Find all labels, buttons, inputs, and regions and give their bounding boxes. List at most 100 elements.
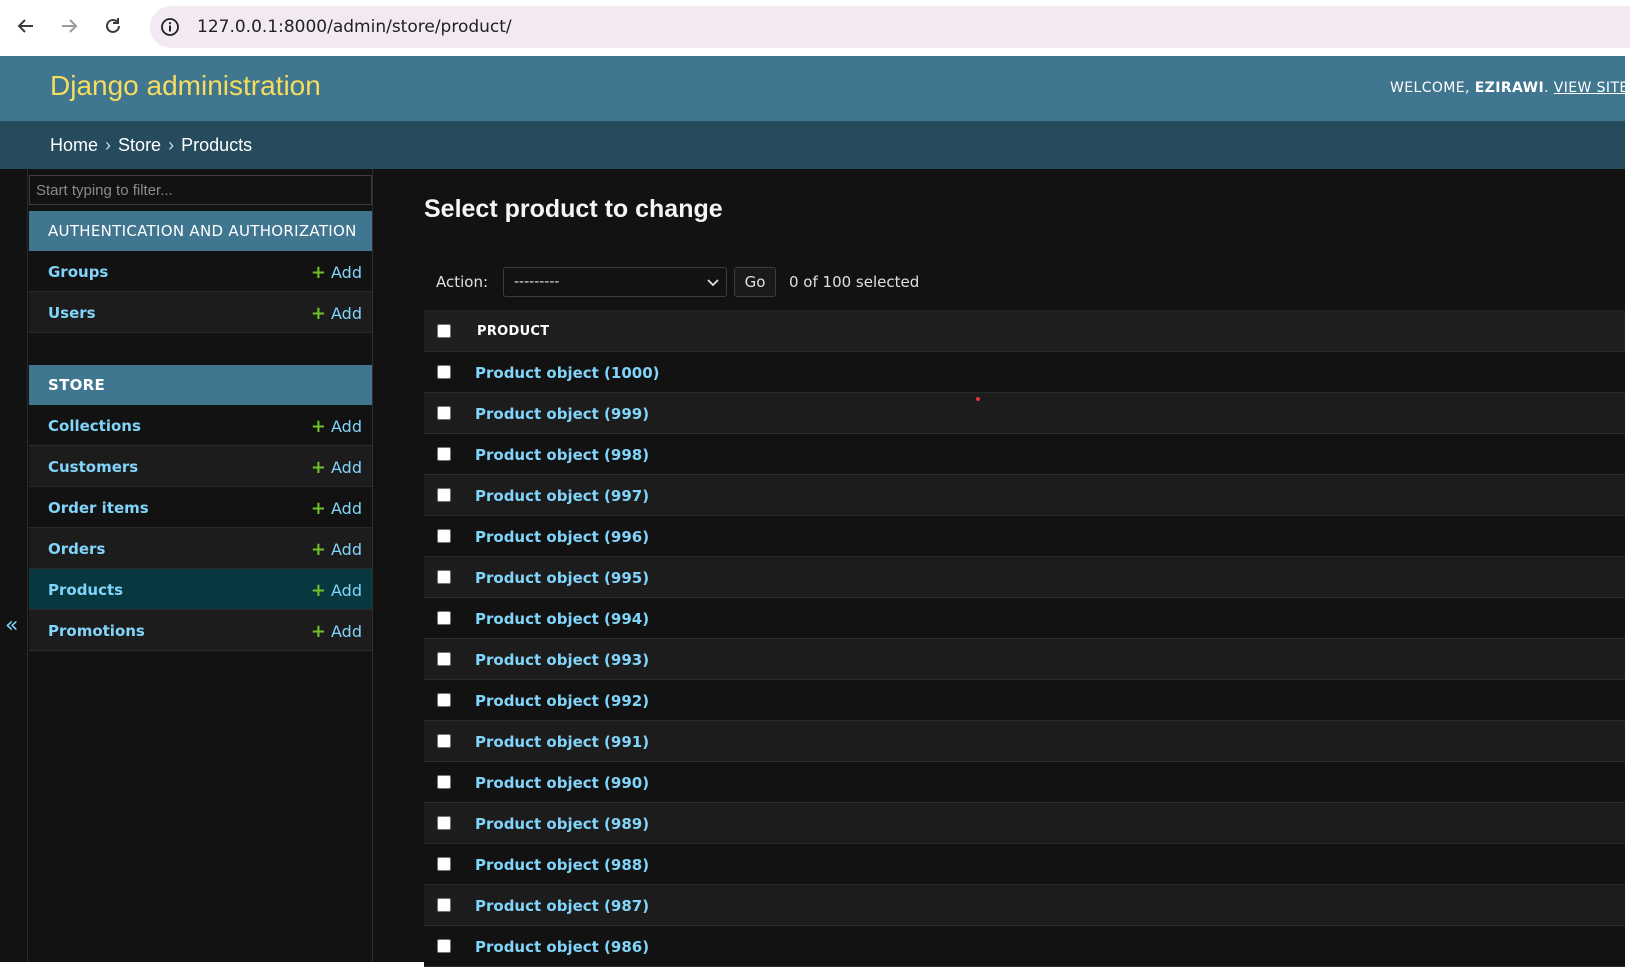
chevron-down-icon [707, 279, 719, 287]
sidebar-filter-input[interactable] [29, 175, 372, 205]
product-link[interactable]: Product object (990) [475, 774, 649, 792]
module-caption-store[interactable]: STORE [29, 365, 372, 405]
sidebar-item-promotions[interactable]: Promotions + Add [29, 610, 372, 651]
table-row: Product object (989) [424, 803, 1625, 844]
plus-icon: + [310, 621, 327, 642]
site-info-icon[interactable] [160, 17, 180, 37]
product-link[interactable]: Product object (991) [475, 733, 649, 751]
table-row: Product object (997) [424, 475, 1625, 516]
product-link[interactable]: Product object (997) [475, 487, 649, 505]
add-collection-button[interactable]: + Add [311, 416, 362, 437]
table-row: Product object (990) [424, 762, 1625, 803]
table-row: Product object (991) [424, 721, 1625, 762]
breadcrumb-store[interactable]: Store [118, 135, 161, 155]
breadcrumb-products: Products [181, 135, 253, 155]
row-checkbox[interactable] [437, 447, 451, 461]
row-checkbox[interactable] [437, 693, 451, 707]
plus-icon: + [310, 303, 327, 324]
action-selected-value: --------- [514, 274, 560, 290]
table-row: Product object (988) [424, 844, 1625, 885]
sidebar-item-groups[interactable]: Groups + Add [29, 251, 372, 292]
product-link[interactable]: Product object (987) [475, 897, 649, 915]
action-select[interactable]: --------- [503, 267, 727, 297]
product-link[interactable]: Product object (994) [475, 610, 649, 628]
selection-counter: 0 of 100 selected [789, 273, 920, 291]
username: EZIRAWI [1474, 80, 1545, 96]
product-link[interactable]: Product object (1000) [475, 364, 660, 382]
sidebar-item-orders[interactable]: Orders + Add [29, 528, 372, 569]
row-checkbox[interactable] [437, 611, 451, 625]
add-user-button[interactable]: + Add [311, 303, 362, 324]
select-all-checkbox[interactable] [437, 324, 451, 338]
add-promotion-button[interactable]: + Add [311, 621, 362, 642]
go-button[interactable]: Go [734, 267, 776, 297]
row-checkbox[interactable] [437, 365, 451, 379]
sidebar-item-customers[interactable]: Customers + Add [29, 446, 372, 487]
row-checkbox[interactable] [437, 939, 451, 953]
sidebar-item-users[interactable]: Users + Add [29, 292, 372, 333]
breadcrumb-home[interactable]: Home [50, 135, 98, 155]
add-group-button[interactable]: + Add [311, 262, 362, 283]
back-arrow-icon[interactable] [10, 10, 42, 42]
add-order-button[interactable]: + Add [311, 539, 362, 560]
sidebar-item-products[interactable]: Products + Add [29, 569, 372, 610]
site-branding[interactable]: Django administration [50, 70, 321, 102]
row-checkbox[interactable] [437, 652, 451, 666]
sidebar-item-label[interactable]: Promotions [48, 622, 145, 640]
plus-icon: + [310, 416, 327, 437]
row-checkbox[interactable] [437, 734, 451, 748]
table-row: Product object (996) [424, 516, 1625, 557]
row-checkbox[interactable] [437, 570, 451, 584]
product-link[interactable]: Product object (989) [475, 815, 649, 833]
sidebar-item-label[interactable]: Products [48, 581, 123, 599]
forward-arrow-icon[interactable] [53, 10, 85, 42]
row-checkbox[interactable] [437, 816, 451, 830]
table-row: Product object (994) [424, 598, 1625, 639]
user-tools: WELCOME, EZIRAWI. VIEW SITE / CH [1390, 80, 1629, 96]
product-link[interactable]: Product object (992) [475, 692, 649, 710]
product-link[interactable]: Product object (998) [475, 446, 649, 464]
column-header-product[interactable]: PRODUCT [477, 324, 549, 339]
add-order-item-button[interactable]: + Add [311, 498, 362, 519]
product-link[interactable]: Product object (986) [475, 938, 649, 956]
sidebar-item-label[interactable]: Orders [48, 540, 105, 558]
row-checkbox[interactable] [437, 857, 451, 871]
table-row: Product object (999) [424, 393, 1625, 434]
add-customer-button[interactable]: + Add [311, 457, 362, 478]
module-caption-auth[interactable]: AUTHENTICATION AND AUTHORIZATION [29, 211, 372, 251]
admin-header: Django administration WELCOME, EZIRAWI. … [0, 56, 1628, 121]
sidebar-item-collections[interactable]: Collections + Add [29, 405, 372, 446]
sidebar-item-label[interactable]: Groups [48, 263, 108, 281]
table-row: Product object (995) [424, 557, 1625, 598]
sidebar-item-order-items[interactable]: Order items + Add [29, 487, 372, 528]
add-product-button[interactable]: + Add [311, 580, 362, 601]
breadcrumb: Home › Store › Products [0, 121, 1625, 169]
sidebar-item-label[interactable]: Users [48, 304, 96, 322]
breadcrumb-separator: › [168, 135, 175, 155]
view-site-link[interactable]: VIEW SITE [1554, 80, 1629, 96]
sidebar-toggle-column: « [0, 169, 28, 962]
row-checkbox[interactable] [437, 488, 451, 502]
sidebar-item-label[interactable]: Collections [48, 417, 141, 435]
row-checkbox[interactable] [437, 898, 451, 912]
row-checkbox[interactable] [437, 529, 451, 543]
table-row: Product object (1000) [424, 352, 1625, 393]
reload-icon[interactable] [97, 10, 129, 42]
page-edge [1625, 56, 1630, 962]
page-title: Select product to change [424, 195, 723, 223]
address-bar[interactable]: 127.0.0.1:8000/admin/store/product/ [150, 6, 1630, 48]
product-link[interactable]: Product object (999) [475, 405, 649, 423]
sidebar-item-label[interactable]: Order items [48, 499, 149, 517]
product-link[interactable]: Product object (988) [475, 856, 649, 874]
sidebar-item-label[interactable]: Customers [48, 458, 138, 476]
row-checkbox[interactable] [437, 406, 451, 420]
product-link[interactable]: Product object (993) [475, 651, 649, 669]
url-text[interactable]: 127.0.0.1:8000/admin/store/product/ [197, 17, 512, 37]
table-row: Product object (998) [424, 434, 1625, 475]
browser-toolbar: 127.0.0.1:8000/admin/store/product/ [0, 0, 1630, 56]
product-link[interactable]: Product object (995) [475, 569, 649, 587]
table-header: PRODUCT [424, 310, 1625, 352]
product-link[interactable]: Product object (996) [475, 528, 649, 546]
row-checkbox[interactable] [437, 775, 451, 789]
collapse-sidebar-icon[interactable]: « [5, 613, 18, 638]
